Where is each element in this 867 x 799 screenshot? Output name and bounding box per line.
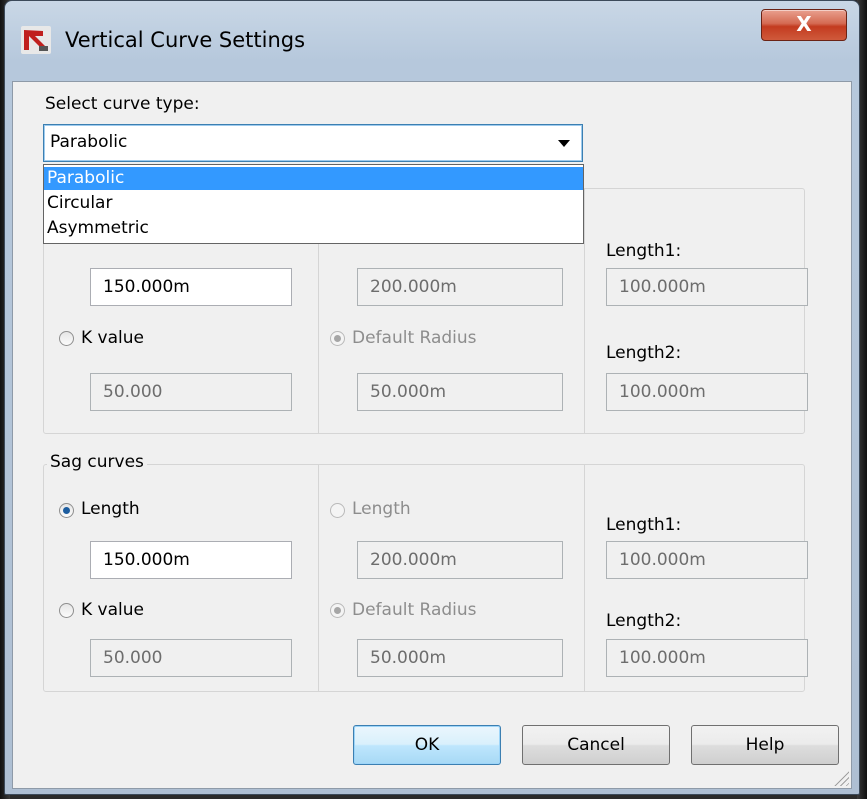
dialog-window: Vertical Curve Settings X Select curve t… [4,0,860,795]
sag-circular-length-radio [330,503,345,518]
crest-k-value-label: K value [81,328,144,348]
crest-k-value-radio[interactable] [59,331,74,346]
sag-circular-length-field: 200.000m [357,541,563,579]
crest-length1-field: 100.000m [606,268,808,306]
curve-type-selected: Parabolic [50,132,128,152]
resize-grip-icon[interactable] [831,768,849,786]
sag-length-field[interactable]: 150.000m [90,541,292,579]
crest-length1-label: Length1: [606,241,682,261]
curve-type-label: Select curve type: [45,94,200,114]
crest-length-field[interactable]: 150.000m [90,268,292,306]
app-icon [21,26,51,54]
sag-default-radius-field: 50.000m [357,639,563,677]
sag-k-value-label: K value [81,600,144,620]
crest-default-radius-radio [330,331,345,346]
sag-curves-group: Sag curves Length 150.000m K value 50.00… [43,452,808,692]
close-icon: X [796,12,812,36]
crest-default-radius-label: Default Radius [352,328,477,348]
chevron-down-icon[interactable] [558,140,570,147]
option-asymmetric[interactable]: Asymmetric [44,217,583,240]
crest-length2-label: Length2: [606,343,682,363]
help-button[interactable]: Help [691,725,839,765]
sag-length-label: Length [81,499,140,519]
option-circular[interactable]: Circular [44,192,583,215]
cancel-button[interactable]: Cancel [522,725,670,765]
sag-length-radio[interactable] [59,503,74,518]
sag-length2-field: 100.000m [606,639,808,677]
sag-circular-length-label: Length [352,499,411,519]
sag-k-value-radio[interactable] [59,603,74,618]
sag-length2-label: Length2: [606,611,682,631]
dialog-body: Select curve type: Parabolic Parabolic C… [12,81,852,789]
sag-length1-label: Length1: [606,515,682,535]
sag-curves-legend: Sag curves [47,452,147,472]
crest-default-radius-field: 50.000m [357,373,563,411]
title-bar[interactable]: Vertical Curve Settings X [5,1,859,81]
sag-length1-field: 100.000m [606,541,808,579]
sag-k-value-field: 50.000 [90,639,292,677]
window-title: Vertical Curve Settings [65,28,306,52]
curve-type-select[interactable]: Parabolic [43,124,583,162]
ok-button[interactable]: OK [353,725,501,765]
group-divider [318,465,319,691]
option-parabolic[interactable]: Parabolic [44,167,583,190]
curve-type-dropdown-list: Parabolic Circular Asymmetric [43,164,584,244]
sag-default-radius-label: Default Radius [352,600,477,620]
sag-default-radius-radio [330,603,345,618]
group-divider [584,189,585,433]
group-divider [584,465,585,691]
close-button[interactable]: X [761,9,847,41]
crest-length2-field: 100.000m [606,373,808,411]
crest-circular-length-field: 200.000m [357,268,563,306]
crest-k-value-field: 50.000 [90,373,292,411]
